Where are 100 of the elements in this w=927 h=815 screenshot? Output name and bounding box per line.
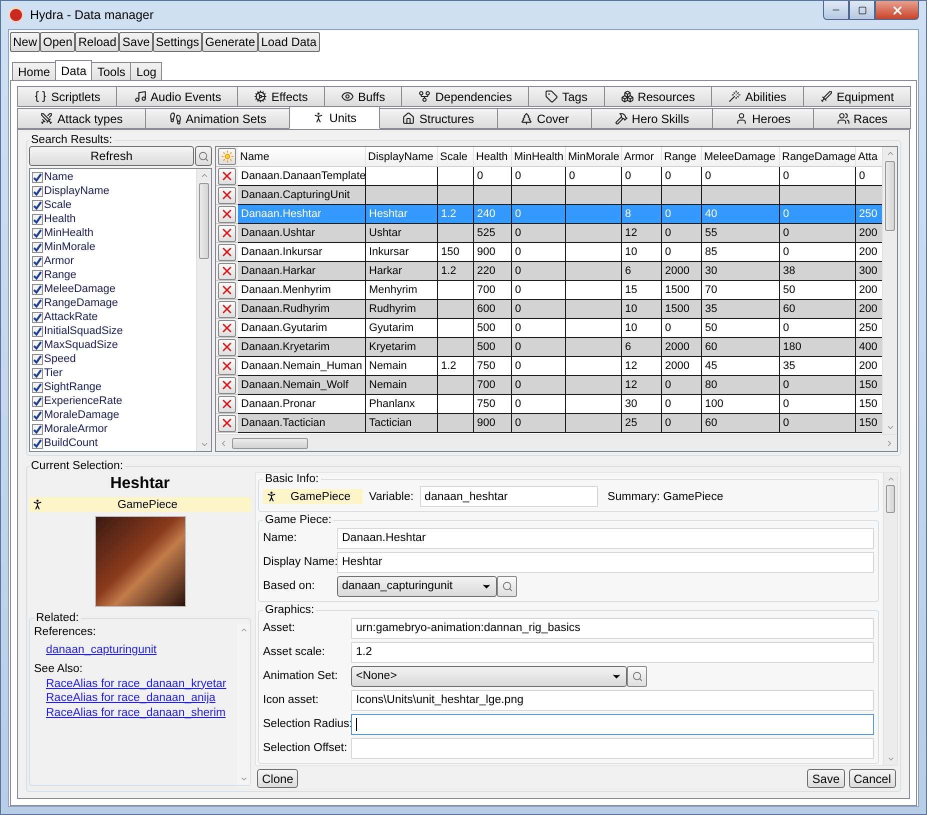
checkbox[interactable] [32, 312, 43, 322]
toolbar-button[interactable]: Save [119, 32, 153, 52]
scrollbar[interactable] [237, 624, 250, 785]
search-button[interactable] [195, 146, 212, 166]
input-field[interactable] [351, 714, 874, 734]
toolbar-button[interactable]: Reload [75, 32, 120, 52]
input-field[interactable]: Heshtar [337, 552, 874, 572]
category-tab[interactable]: Abilities [711, 86, 804, 107]
checkbox[interactable] [32, 200, 43, 210]
category-tab[interactable]: Resources [604, 86, 712, 107]
category-tab[interactable]: Buffs [324, 86, 402, 107]
minimize-button[interactable] [823, 1, 849, 20]
category-tab[interactable]: Structures [378, 108, 498, 129]
checkbox[interactable] [32, 298, 43, 308]
scrollbar-thumb[interactable] [886, 485, 895, 513]
checkbox[interactable] [32, 214, 43, 224]
input-field[interactable]: 1.2 [351, 642, 874, 662]
tab[interactable]: Tools [91, 62, 132, 80]
scrollbar[interactable] [883, 473, 897, 765]
checkbox[interactable] [32, 242, 43, 252]
checkbox[interactable] [32, 382, 43, 392]
see-also-link[interactable]: RaceAlias for race_danaan_anija [46, 691, 216, 706]
column-header[interactable]: MeleeDamage [702, 147, 780, 167]
delete-row-button[interactable] [218, 224, 236, 242]
category-tab[interactable]: Attack types [17, 108, 146, 129]
category-tab[interactable]: Effects [237, 86, 325, 107]
delete-row-button[interactable] [218, 244, 236, 260]
toolbar-button[interactable]: Generate [202, 32, 258, 52]
column-header[interactable]: Range [662, 147, 702, 167]
category-tab[interactable]: Races [813, 108, 911, 129]
delete-row-button[interactable] [218, 414, 236, 432]
checkbox[interactable] [32, 326, 43, 336]
refresh-button[interactable]: Refresh [29, 146, 194, 166]
toolbar-button[interactable]: Load Data [258, 32, 320, 52]
category-tab[interactable]: Animation Sets [145, 108, 290, 129]
dropdown[interactable]: danaan_capturingunit [337, 576, 497, 596]
scrollbar-thumb[interactable] [885, 161, 895, 231]
checkbox[interactable] [32, 396, 43, 406]
delete-row-button[interactable] [218, 282, 236, 298]
checkbox[interactable] [32, 186, 43, 196]
tab[interactable]: Home [12, 62, 56, 80]
delete-row-button[interactable] [218, 300, 236, 318]
category-tab[interactable]: Units [288, 106, 380, 129]
scrollbar[interactable] [882, 147, 897, 434]
checkbox[interactable] [32, 256, 43, 266]
delete-row-button[interactable] [218, 396, 236, 412]
scrollbar-thumb[interactable] [199, 183, 209, 259]
input-field[interactable]: Danaan.Heshtar [337, 528, 874, 548]
delete-row-button[interactable] [218, 376, 236, 394]
category-tab[interactable]: Heroes [712, 108, 814, 129]
search-button[interactable] [497, 576, 517, 596]
input-field[interactable]: Icons\Units\unit_heshtar_lge.png [351, 690, 874, 710]
category-tab[interactable]: Dependencies [401, 86, 530, 107]
delete-row-button[interactable] [218, 338, 236, 356]
new-row-button[interactable] [218, 148, 236, 165]
input-field[interactable]: danaan_heshtar [420, 486, 598, 507]
column-header[interactable]: Armor [622, 147, 662, 167]
tab[interactable]: Log [130, 62, 162, 80]
dropdown[interactable]: <None> [351, 666, 627, 686]
column-header[interactable]: MinMorale [566, 147, 622, 167]
delete-row-button[interactable] [218, 206, 236, 222]
see-also-link[interactable]: RaceAlias for race_danaan_kryetar [46, 676, 226, 691]
checkbox[interactable] [32, 284, 43, 294]
reference-link[interactable]: danaan_capturingunit [46, 643, 157, 658]
scrollbar-thumb[interactable] [232, 438, 308, 449]
checkbox[interactable] [32, 368, 43, 378]
column-header[interactable]: Scale [438, 147, 474, 167]
column-header[interactable]: DisplayName [366, 147, 438, 167]
checkbox[interactable] [32, 228, 43, 238]
category-tab[interactable]: Audio Events [116, 86, 238, 107]
delete-row-button[interactable] [218, 168, 236, 184]
input-field[interactable]: urn:gamebryo-animation:dannan_rig_basics [351, 618, 874, 638]
category-tab[interactable]: Scriptlets [17, 86, 118, 107]
close-button[interactable] [875, 1, 919, 20]
checkbox[interactable] [32, 438, 43, 448]
save-button[interactable]: Save [807, 769, 845, 788]
toolbar-button[interactable]: New [10, 32, 40, 52]
clone-button[interactable]: Clone [257, 769, 298, 788]
delete-row-button[interactable] [218, 320, 236, 336]
toolbar-button[interactable]: Open [40, 32, 76, 52]
column-header[interactable]: Name [238, 147, 366, 167]
delete-row-button[interactable] [218, 186, 236, 204]
checkbox[interactable] [32, 340, 43, 350]
cancel-button[interactable]: Cancel [848, 769, 896, 788]
delete-row-button[interactable] [218, 358, 236, 374]
category-tab[interactable]: Equipment [802, 86, 911, 107]
scrollbar[interactable] [216, 434, 897, 451]
scrollbar[interactable] [196, 169, 211, 451]
checkbox[interactable] [32, 172, 43, 182]
checkbox[interactable] [32, 410, 43, 420]
checkbox[interactable] [32, 354, 43, 364]
delete-row-button[interactable] [218, 262, 236, 280]
checkbox[interactable] [32, 270, 43, 280]
maximize-button[interactable] [849, 1, 875, 20]
column-header[interactable]: MinHealth [512, 147, 566, 167]
search-button[interactable] [627, 666, 647, 686]
see-also-link[interactable]: RaceAlias for race_danaan_sherim [46, 706, 226, 720]
category-tab[interactable]: Cover [496, 108, 592, 129]
column-header[interactable]: Health [474, 147, 512, 167]
toolbar-button[interactable]: Settings [152, 32, 202, 52]
